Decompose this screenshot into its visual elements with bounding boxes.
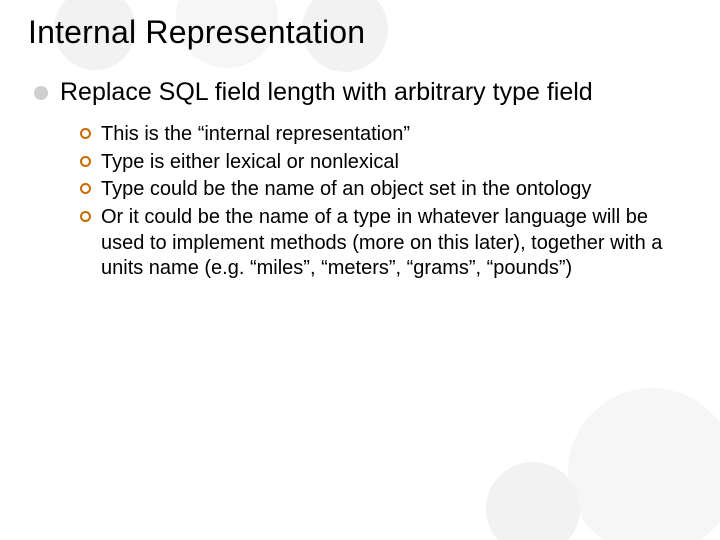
bullet-ring-icon [80, 156, 91, 167]
bullet-disc-icon [34, 86, 48, 100]
list-item-text: Or it could be the name of a type in wha… [101, 205, 692, 282]
list-item: Type could be the name of an object set … [80, 177, 692, 203]
list-item: This is the “internal representation” [80, 122, 692, 148]
slide-body: Internal Representation Replace SQL fiel… [0, 0, 720, 540]
list-item-text: Type is either lexical or nonlexical [101, 150, 692, 176]
list-item: Replace SQL field length with arbitrary … [34, 77, 692, 108]
slide-title: Internal Representation [28, 14, 692, 51]
list-item: Or it could be the name of a type in wha… [80, 205, 692, 282]
bullet-list-level1: Replace SQL field length with arbitrary … [34, 77, 692, 282]
bullet-ring-icon [80, 128, 91, 139]
bullet-ring-icon [80, 183, 91, 194]
bullet-ring-icon [80, 211, 91, 222]
list-item-text: This is the “internal representation” [101, 122, 692, 148]
list-item: Type is either lexical or nonlexical [80, 150, 692, 176]
bullet-list-level2: This is the “internal representation” Ty… [80, 122, 692, 282]
list-item-text: Replace SQL field length with arbitrary … [60, 77, 692, 108]
list-item-text: Type could be the name of an object set … [101, 177, 692, 203]
